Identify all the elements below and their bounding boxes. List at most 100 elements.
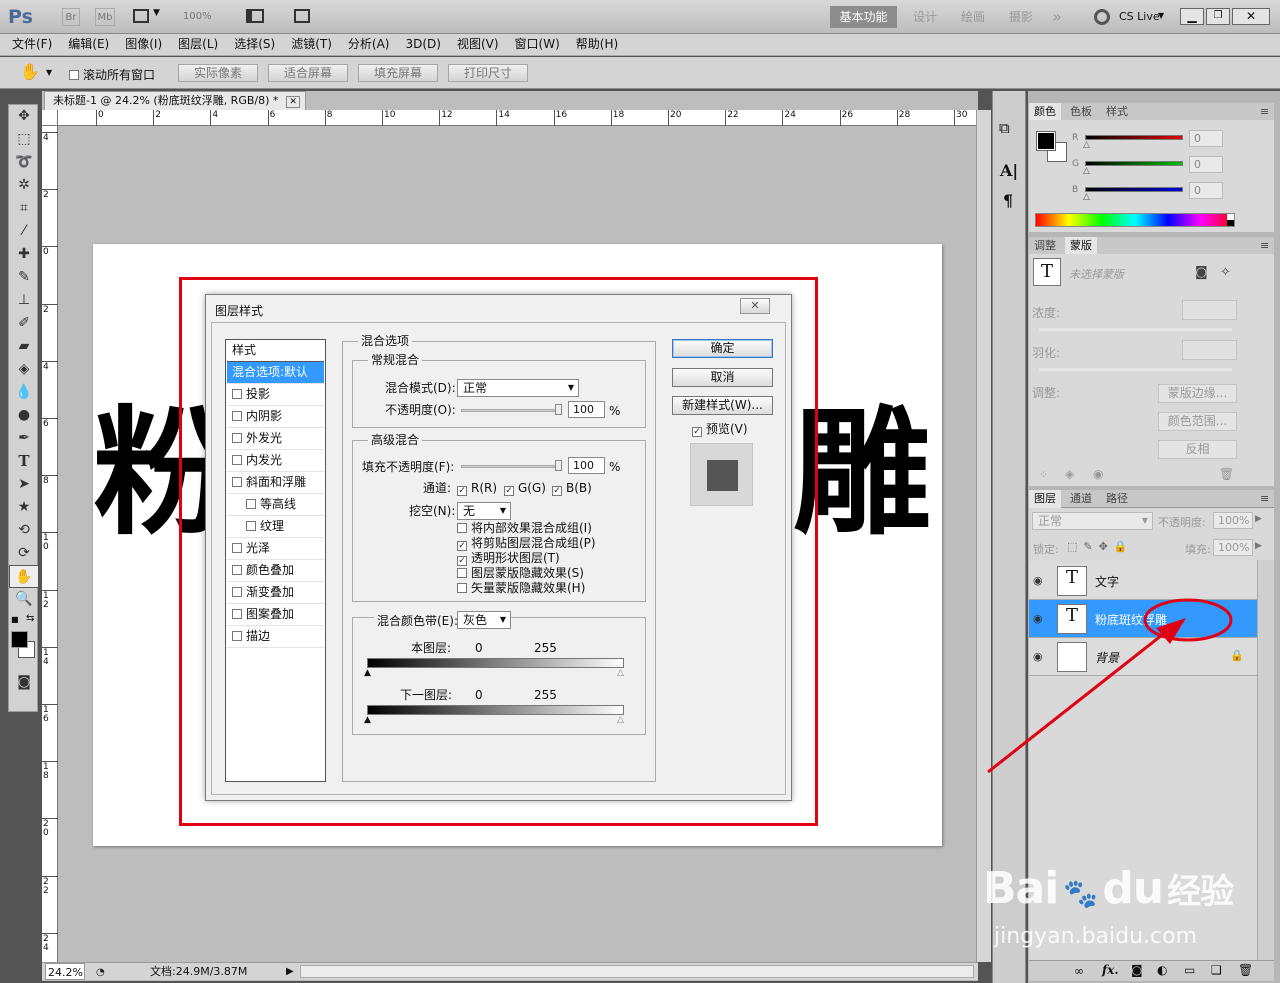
ruler-origin[interactable] (42, 110, 58, 126)
style-item[interactable]: 纹理 (227, 516, 324, 538)
workspace-essentials[interactable]: 基本功能 (830, 6, 897, 28)
blend-if-select[interactable]: 灰色 (457, 611, 511, 629)
style-item[interactable]: 混合选项:默认 (227, 362, 324, 384)
restore-button[interactable]: ❐ (1206, 8, 1230, 25)
menu-3d[interactable]: 3D(D) (397, 34, 448, 55)
healing-brush-tool-icon[interactable]: ✚ (9, 243, 39, 266)
black-white-swatch[interactable] (1227, 214, 1234, 226)
menu-edit[interactable]: 编辑(E) (60, 34, 117, 55)
workspace-design[interactable]: 设计 (905, 6, 945, 28)
channel-g-checkbox[interactable]: ✓ G(G) (504, 480, 546, 496)
channel-slider-bar[interactable] (1085, 187, 1183, 192)
new-style-button[interactable]: 新建样式(W)... (672, 396, 773, 415)
opacity-slider[interactable] (461, 409, 561, 412)
marquee-tool-icon[interactable]: ⬚ (9, 128, 39, 151)
style-checkbox[interactable] (232, 433, 242, 443)
style-item[interactable]: 光泽 (227, 538, 324, 560)
fill-opacity-slider[interactable] (461, 465, 561, 468)
move-tool-icon[interactable]: ✥ (9, 105, 39, 128)
style-item[interactable]: 内阴影 (227, 406, 324, 428)
menu-file[interactable]: 文件(F) (4, 34, 60, 55)
pixel-mask-icon[interactable]: ◙ (1195, 265, 1208, 280)
print-size-button[interactable]: 打印尺寸 (448, 64, 528, 82)
chevron-right-icon[interactable]: ▶ (1255, 541, 1262, 551)
zoom-tool-icon[interactable]: 🔍 (9, 588, 39, 611)
workspace-painting[interactable]: 绘画 (953, 6, 993, 28)
menu-select[interactable]: 选择(S) (226, 34, 283, 55)
visibility-eye-icon[interactable]: ◉ (1033, 574, 1043, 587)
lasso-tool-icon[interactable]: ➰ (9, 151, 39, 174)
foreground-color-swatch[interactable] (1036, 131, 1056, 151)
blend-option-checkbox[interactable]: 图层蒙版隐藏效果(S) (457, 566, 584, 581)
selection-from-mask-icon[interactable]: ⁘ (1039, 468, 1048, 481)
tab-paths[interactable]: 路径 (1101, 490, 1133, 508)
hand-tool-icon[interactable]: ✋ (20, 62, 40, 81)
underlying-black-handle[interactable]: ▲ (364, 715, 371, 725)
preview-checkbox[interactable]: ✓ 预览(V) (692, 421, 748, 437)
panel-menu-icon[interactable]: ≡ (1255, 490, 1274, 508)
style-checkbox[interactable] (232, 631, 242, 641)
style-checkbox[interactable] (246, 499, 256, 509)
blend-option-checkbox[interactable]: ✓ 将剪贴图层混合成组(P) (457, 536, 596, 551)
color-range-button[interactable]: 颜色范围... (1158, 412, 1237, 431)
chevron-right-icon[interactable]: ▶ (1255, 514, 1262, 524)
blend-option-checkbox[interactable]: ✓ 透明形状图层(T) (457, 551, 560, 566)
cs-live-button[interactable]: CS Live (1119, 10, 1160, 23)
menu-layer[interactable]: 图层(L) (170, 34, 226, 55)
panel-menu-icon[interactable]: ≡ (1255, 237, 1274, 255)
link-layers-icon[interactable]: ∞ (1074, 964, 1084, 978)
paint-bucket-tool-icon[interactable]: ◈ (9, 358, 39, 381)
underlying-gradient-bar[interactable] (367, 705, 624, 715)
quick-mask-icon[interactable]: ◙ (9, 671, 39, 694)
character-panel-icon[interactable]: A| (1000, 161, 1018, 180)
invert-button[interactable]: 反相 (1158, 440, 1237, 459)
adjustment-layer-icon[interactable]: ◐ (1157, 963, 1167, 977)
fill-opacity-slider-thumb[interactable] (555, 460, 562, 471)
crop-tool-icon[interactable]: ⌗ (9, 197, 39, 220)
opacity-slider-thumb[interactable] (555, 404, 562, 415)
channel-value-input[interactable]: 0 (1189, 182, 1223, 199)
view-extras-icon[interactable] (133, 9, 149, 23)
opacity-input[interactable]: 100 (568, 401, 605, 418)
channel-value-input[interactable]: 0 (1189, 130, 1223, 147)
channel-slider-thumb[interactable]: △ (1083, 140, 1090, 150)
quick-select-tool-icon[interactable]: ✲ (9, 174, 39, 197)
style-item[interactable]: 外发光 (227, 428, 324, 450)
mask-edge-button[interactable]: 蒙版边缘... (1158, 384, 1237, 403)
actual-pixels-button[interactable]: 实际像素 (178, 64, 258, 82)
color-swatches[interactable]: ■ ⇆ (9, 611, 37, 671)
menu-filter[interactable]: 滤镜(T) (283, 34, 340, 55)
screen-mode-icon[interactable] (294, 9, 310, 23)
tab-adjustments[interactable]: 调整 (1029, 237, 1061, 255)
menu-image[interactable]: 图像(I) (117, 34, 170, 55)
new-layer-icon[interactable]: ❏ (1211, 963, 1222, 977)
option-checkbox[interactable] (457, 523, 467, 533)
document-tab[interactable]: 未标题-1 @ 24.2% (粉底斑纹浮雕, RGB/8) * ✕ (44, 91, 306, 110)
tab-styles[interactable]: 样式 (1101, 103, 1133, 121)
feather-input[interactable] (1182, 340, 1237, 360)
tab-swatches[interactable]: 色板 (1065, 103, 1097, 121)
style-checkbox[interactable] (232, 587, 242, 597)
menu-view[interactable]: 视图(V) (449, 34, 507, 55)
style-checkbox[interactable] (232, 565, 242, 575)
style-item[interactable]: 内发光 (227, 450, 324, 472)
delete-mask-icon[interactable]: 🗑 (1219, 467, 1234, 481)
zoom-level-select[interactable]: 100% (183, 8, 212, 26)
bridge-button[interactable]: Br (62, 8, 80, 26)
workspace-photography[interactable]: 摄影 (1001, 6, 1041, 28)
blur-tool-icon[interactable]: 💧 (9, 381, 39, 404)
style-checkbox[interactable] (232, 389, 242, 399)
eraser-tool-icon[interactable]: ▰ (9, 335, 39, 358)
style-item[interactable]: 颜色叠加 (227, 560, 324, 582)
lock-icons[interactable]: ⬚✎✥🔒 (1067, 540, 1134, 553)
ok-button[interactable]: 确定 (672, 339, 773, 358)
tab-channels[interactable]: 通道 (1065, 490, 1097, 508)
add-mask-icon[interactable]: ◙ (1131, 963, 1143, 977)
fill-screen-button[interactable]: 填充屏幕 (358, 64, 438, 82)
default-colors-icon[interactable]: ■ (11, 615, 19, 624)
3d-rotate-tool-icon[interactable]: ⟲ (9, 519, 39, 542)
feather-slider[interactable] (1039, 368, 1232, 371)
path-select-tool-icon[interactable]: ➤ (9, 473, 39, 496)
close-tab-icon[interactable]: ✕ (286, 96, 300, 108)
styles-header[interactable]: 样式 (227, 340, 324, 362)
